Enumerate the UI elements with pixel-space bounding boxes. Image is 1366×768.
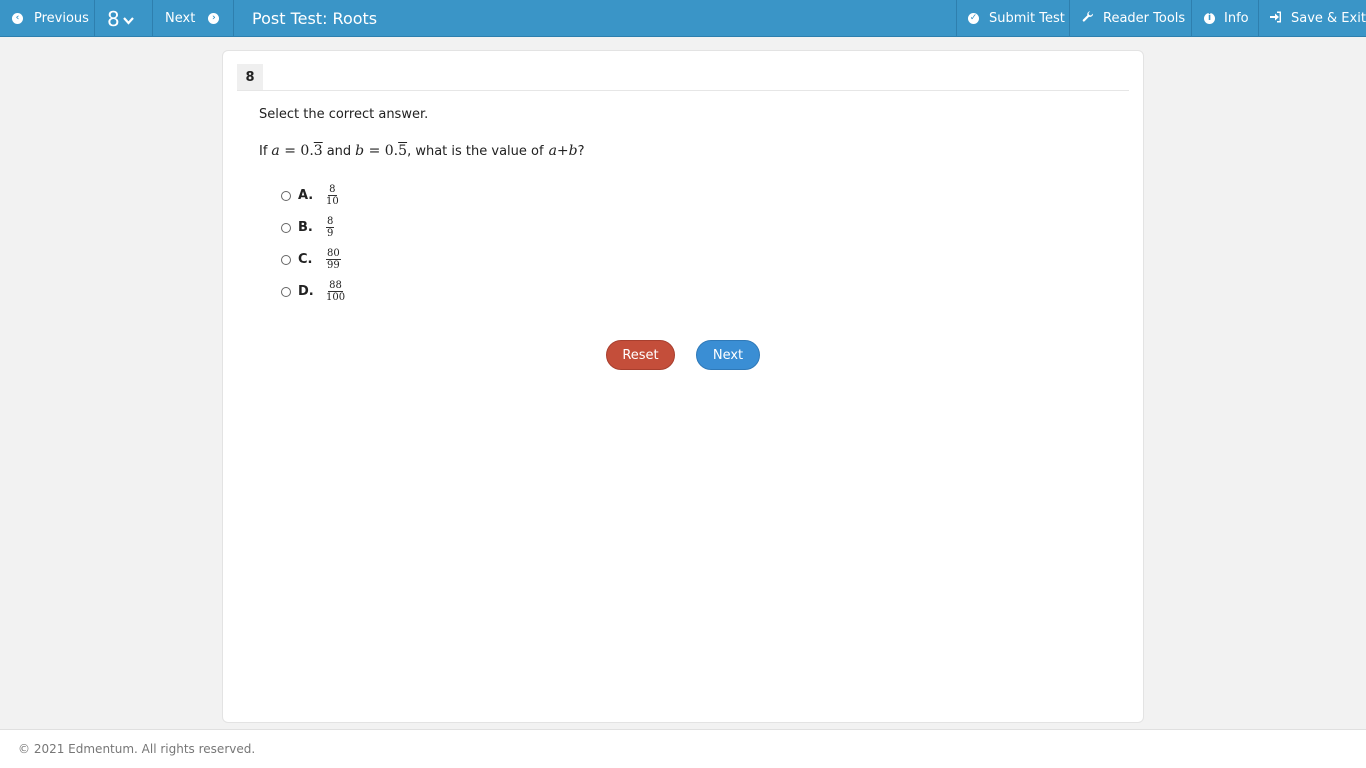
math-plus: + — [556, 143, 569, 159]
top-toolbar: ‹ Previous 8 Next › Post Test: Roots ✓ S… — [0, 0, 1366, 37]
test-title: Post Test: Roots — [252, 9, 378, 28]
reader-tools-button[interactable]: Reader Tools — [1069, 0, 1191, 37]
header-divider — [237, 90, 1129, 91]
radio-option-d[interactable] — [281, 286, 291, 297]
save-exit-button[interactable]: Save & Exit — [1258, 0, 1366, 37]
option-b-numerator: 8 — [326, 216, 335, 228]
option-a-numerator: 8 — [328, 184, 337, 196]
math-sum-a: a — [548, 143, 557, 159]
radio-option-c[interactable] — [281, 254, 291, 265]
math-eq-a: = 0. — [279, 143, 314, 159]
copyright-text: © 2021 Edmentum. All rights reserved. — [18, 742, 256, 756]
chevron-down-icon — [122, 14, 134, 29]
option-d-denominator: 100 — [326, 292, 346, 303]
math-sum: a+b — [549, 143, 578, 159]
question-mark: ? — [577, 144, 585, 159]
save-exit-label: Save & Exit — [1291, 11, 1366, 26]
info-button[interactable]: i Info — [1191, 0, 1258, 37]
sign-out-icon — [1270, 11, 1282, 27]
option-b[interactable]: B. 8 9 — [281, 216, 335, 239]
question-card: 8 Select the correct answer. If a = 0.3 … — [222, 50, 1144, 723]
option-a[interactable]: A. 8 10 — [281, 184, 339, 207]
math-repeat-digit-a: 3 — [313, 143, 323, 159]
question-text: If a = 0.3 and b = 0.5 , what is the val… — [259, 143, 585, 159]
math-a-definition: a = 0.3 — [271, 143, 322, 159]
question-number: 8 — [237, 64, 263, 90]
option-c-numerator: 80 — [326, 248, 341, 260]
option-d-numerator: 88 — [328, 280, 343, 292]
reset-button[interactable]: Reset — [606, 340, 675, 370]
next-toolbar-label: Next — [165, 11, 196, 26]
option-d[interactable]: D. 88 100 — [281, 280, 345, 303]
previous-button[interactable]: ‹ Previous — [0, 0, 95, 37]
option-b-fraction: 8 9 — [326, 216, 335, 239]
instruction-text: Select the correct answer. — [259, 107, 429, 122]
option-d-fraction: 88 100 — [326, 280, 345, 303]
math-sum-b: b — [568, 143, 578, 159]
submit-test-button[interactable]: ✓ Submit Test — [956, 0, 1069, 37]
math-var-b: b — [355, 143, 365, 159]
question-what: , what is the value of — [407, 144, 544, 159]
option-b-letter: B. — [298, 220, 313, 235]
option-c[interactable]: C. 80 99 — [281, 248, 341, 271]
math-var-a: a — [271, 143, 280, 159]
radio-option-a[interactable] — [281, 190, 291, 201]
check-circle-icon: ✓ — [968, 13, 979, 24]
math-eq-b: = 0. — [364, 143, 399, 159]
question-if: If — [259, 144, 268, 159]
question-selector-value: 8 — [107, 6, 120, 31]
question-selector-dropdown[interactable]: 8 — [95, 0, 153, 37]
submit-test-label: Submit Test — [989, 11, 1065, 26]
math-repeat-digit-b: 5 — [398, 143, 408, 159]
next-toolbar-button[interactable]: Next › — [153, 0, 234, 37]
option-d-letter: D. — [298, 284, 314, 299]
info-circle-icon: i — [1204, 13, 1215, 24]
option-c-fraction: 80 99 — [326, 248, 341, 271]
info-label: Info — [1224, 11, 1249, 26]
previous-label: Previous — [34, 11, 89, 26]
question-and: and — [326, 144, 352, 159]
radio-option-b[interactable] — [281, 222, 291, 233]
option-c-letter: C. — [298, 252, 313, 267]
footer: © 2021 Edmentum. All rights reserved. — [0, 729, 1366, 768]
option-c-denominator: 99 — [327, 260, 340, 271]
arrow-left-circle-icon: ‹ — [12, 13, 23, 24]
option-b-denominator: 9 — [327, 228, 334, 239]
arrow-right-circle-icon: › — [208, 13, 220, 24]
option-a-fraction: 8 10 — [326, 184, 339, 207]
option-a-letter: A. — [298, 188, 314, 203]
reader-tools-label: Reader Tools — [1103, 11, 1186, 26]
next-button[interactable]: Next — [696, 340, 760, 370]
math-b-definition: b = 0.5 — [355, 143, 407, 159]
wrench-icon — [1082, 10, 1094, 27]
option-a-denominator: 10 — [326, 196, 339, 207]
